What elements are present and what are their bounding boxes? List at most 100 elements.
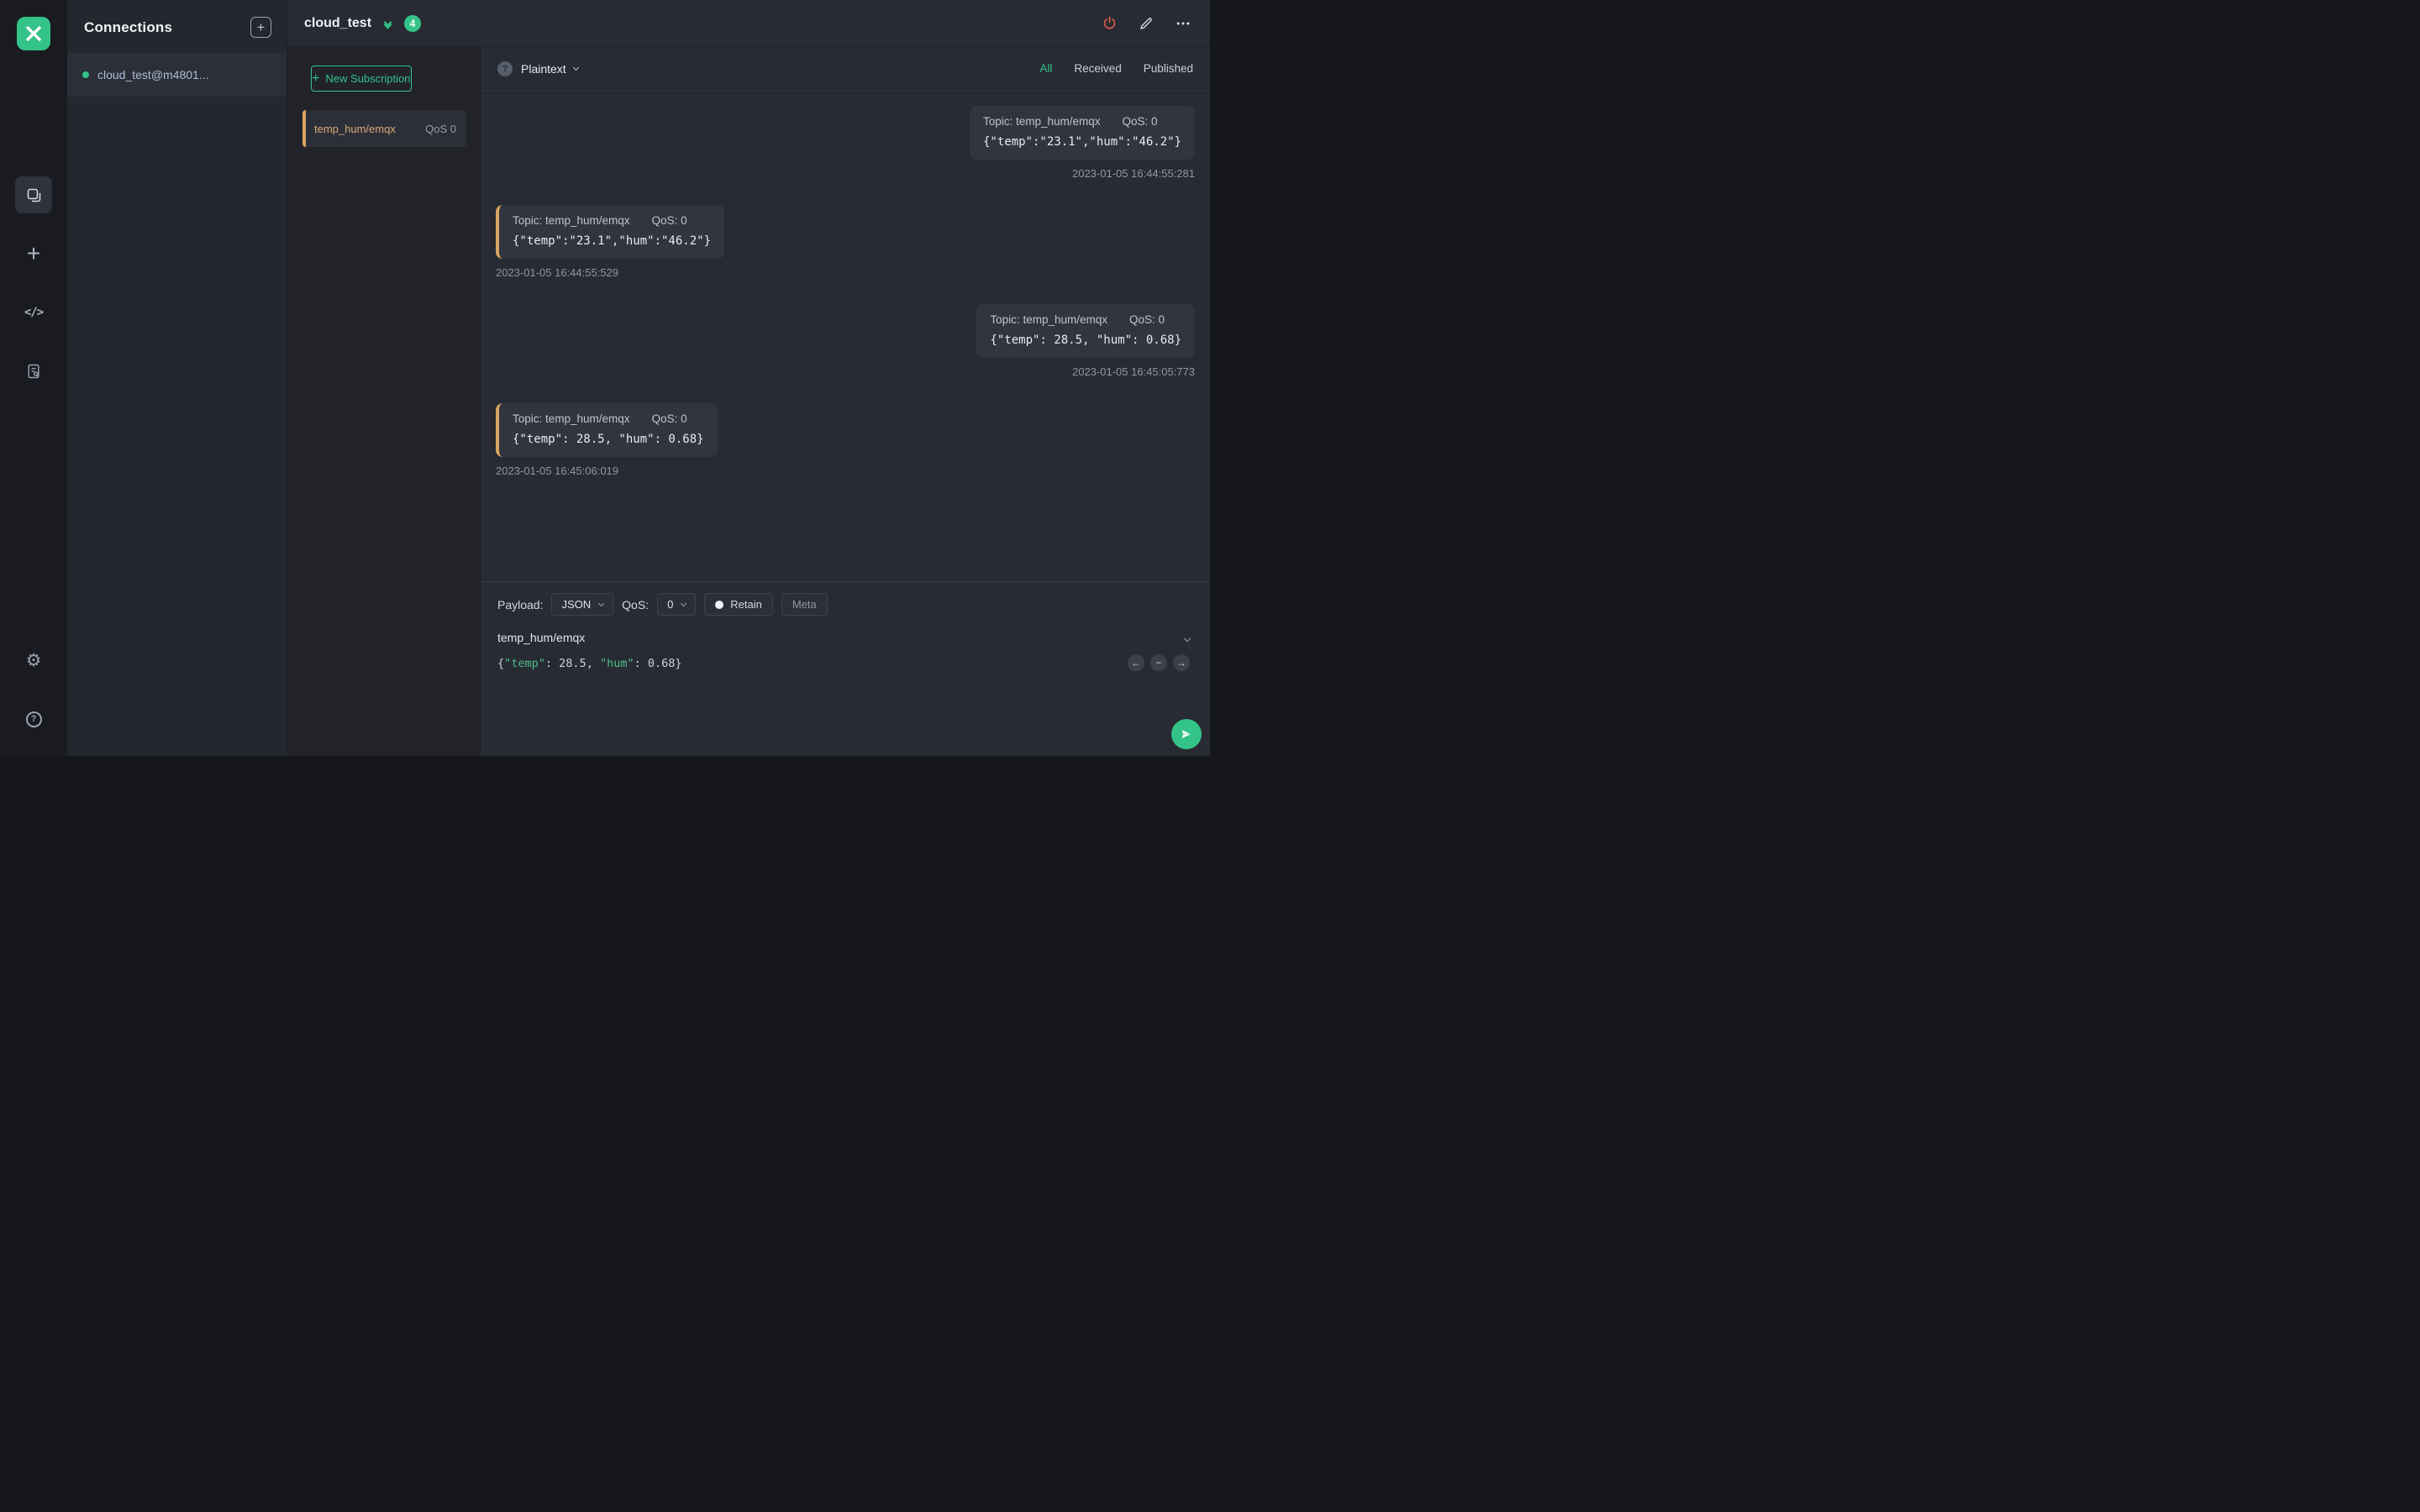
message-topic: Topic: temp_hum/emqx — [513, 412, 630, 425]
format-label: Plaintext — [521, 61, 566, 76]
message-list[interactable]: Topic: temp_hum/emqx QoS: 0 {"temp":"23.… — [481, 91, 1210, 581]
disconnect-button[interactable] — [1099, 13, 1119, 34]
left-icon-rail: + </> ⚙ ? — [0, 0, 67, 756]
payload-format-dropdown[interactable]: JSON — [551, 593, 614, 616]
publish-toolbar: Payload: JSON QoS: 0 Retain Meta — [497, 593, 1193, 616]
remove-payload-button[interactable]: − — [1150, 654, 1167, 671]
message-topic: Topic: temp_hum/emqx — [990, 313, 1107, 326]
tab-all[interactable]: All — [1039, 62, 1052, 75]
retain-toggle[interactable]: Retain — [704, 593, 773, 616]
edit-connection-button[interactable] — [1136, 13, 1156, 34]
connection-name: cloud_test@m4801... — [97, 68, 209, 81]
json-key-token: "temp" — [504, 657, 545, 670]
plus-icon: + — [26, 240, 41, 266]
payload-format-value: JSON — [561, 598, 592, 611]
message-bubble[interactable]: Topic: temp_hum/emqx QoS: 0 {"temp":"23.… — [496, 205, 725, 259]
next-payload-button[interactable]: → — [1173, 654, 1190, 671]
topic-input[interactable]: temp_hum/emqx — [497, 631, 585, 644]
mqttx-logo — [17, 17, 50, 50]
message-meta: Topic: temp_hum/emqx QoS: 0 — [990, 313, 1181, 326]
subscription-topic: temp_hum/emqx — [314, 122, 396, 135]
message-bubble[interactable]: Topic: temp_hum/emqx QoS: 0 {"temp": 28.… — [976, 304, 1195, 358]
tab-received[interactable]: Received — [1074, 62, 1121, 75]
connection-title: cloud_test — [304, 15, 372, 30]
mqttx-logo-icon — [26, 26, 41, 41]
messages-panel: ? Plaintext All Received Published Topic… — [481, 47, 1210, 756]
rail-bottom: ⚙ ? — [15, 642, 52, 738]
new-subscription-button[interactable]: + New Subscription — [311, 66, 412, 92]
payload-format-select[interactable]: Plaintext — [521, 61, 579, 76]
pencil-icon — [1140, 17, 1152, 29]
message-payload: {"temp":"23.1","hum":"46.2"} — [982, 135, 1181, 149]
messages-toolbar: ? Plaintext All Received Published — [481, 47, 1210, 91]
subscription-item[interactable]: temp_hum/emqx QoS 0 — [302, 110, 466, 147]
qos-dropdown[interactable]: 0 — [657, 593, 697, 616]
retain-label: Retain — [730, 598, 762, 611]
mqttx-app-window: + </> ⚙ ? Connections + cloud_test@m4801… — [0, 0, 1210, 756]
workspace-body: + New Subscription temp_hum/emqx QoS 0 ?… — [287, 47, 1210, 756]
payload-editor[interactable]: {"temp": 28.5, "hum": 0.68} — [497, 657, 1193, 670]
connections-panel: Connections + cloud_test@m4801... — [67, 0, 287, 756]
connections-icon — [27, 188, 40, 202]
message-payload: {"temp": 28.5, "hum": 0.68} — [513, 433, 704, 446]
new-connection-button[interactable]: + — [250, 17, 271, 38]
more-options-button[interactable] — [1173, 13, 1193, 34]
message-qos: QoS: 0 — [1128, 313, 1165, 326]
meta-button[interactable]: Meta — [781, 593, 828, 616]
qos-label: QoS: — [622, 597, 650, 612]
nav-connections-button[interactable] — [15, 176, 52, 213]
new-subscription-label: New Subscription — [325, 72, 411, 85]
connected-status-dot — [82, 71, 89, 78]
help-icon: ? — [25, 711, 42, 727]
nav-log-button[interactable] — [15, 353, 52, 390]
topic-row: temp_hum/emqx — [497, 628, 1193, 647]
message-received: Topic: temp_hum/emqx QoS: 0 {"temp": 28.… — [496, 403, 718, 477]
paper-plane-icon — [1181, 729, 1192, 739]
message-timestamp: 2023-01-05 16:44:55:529 — [496, 266, 619, 279]
message-published: Topic: temp_hum/emqx QoS: 0 {"temp":"23.… — [969, 106, 1195, 180]
collapse-editor-button[interactable] — [1181, 628, 1193, 647]
chevron-down-icon — [681, 600, 687, 606]
plus-icon: + — [312, 71, 320, 86]
message-topic: Topic: temp_hum/emqx — [982, 115, 1101, 128]
payload-history-nav: ← − → — [1128, 654, 1190, 671]
power-icon — [1103, 16, 1115, 29]
nav-script-button[interactable]: </> — [15, 294, 52, 331]
json-token: : 0.68} — [634, 657, 682, 670]
prev-payload-button[interactable]: ← — [1128, 654, 1144, 671]
message-count-badge: 4 — [404, 14, 422, 32]
nav-new-connection-button[interactable]: + — [15, 235, 52, 272]
send-message-button[interactable] — [1171, 719, 1202, 749]
log-icon — [28, 364, 39, 379]
retain-radio-icon — [715, 600, 724, 609]
message-meta: Topic: temp_hum/emqx QoS: 0 — [513, 214, 711, 227]
json-token: { — [497, 657, 505, 670]
message-topic: Topic: temp_hum/emqx — [513, 214, 630, 227]
collapse-panel-button[interactable] — [383, 18, 392, 29]
message-published: Topic: temp_hum/emqx QoS: 0 {"temp": 28.… — [976, 304, 1195, 378]
message-bubble[interactable]: Topic: temp_hum/emqx QoS: 0 {"temp": 28.… — [496, 403, 718, 457]
message-meta: Topic: temp_hum/emqx QoS: 0 — [513, 412, 704, 425]
chevron-down-icon — [572, 64, 579, 71]
format-help-icon[interactable]: ? — [497, 60, 513, 76]
message-timestamp: 2023-01-05 16:44:55:281 — [1071, 167, 1195, 180]
publish-panel: Payload: JSON QoS: 0 Retain Meta temp_hu… — [481, 581, 1210, 756]
settings-button[interactable]: ⚙ — [15, 642, 52, 679]
message-qos: QoS: 0 — [651, 214, 687, 227]
connection-list-item[interactable]: cloud_test@m4801... — [67, 53, 287, 97]
message-received: Topic: temp_hum/emqx QoS: 0 {"temp":"23.… — [496, 205, 725, 279]
help-button[interactable]: ? — [15, 701, 52, 738]
header-actions — [1099, 13, 1193, 34]
message-bubble[interactable]: Topic: temp_hum/emqx QoS: 0 {"temp":"23.… — [969, 106, 1195, 160]
ellipsis-icon — [1176, 22, 1190, 24]
payload-label: Payload: — [497, 597, 544, 612]
workspace: cloud_test 4 + New Subscription temp_hum… — [287, 0, 1210, 756]
tab-published[interactable]: Published — [1144, 62, 1193, 75]
message-payload: {"temp":"23.1","hum":"46.2"} — [513, 234, 712, 248]
connection-header: cloud_test 4 — [287, 0, 1210, 47]
json-key-token: "hum" — [599, 657, 634, 670]
chevron-down-icon — [598, 600, 605, 606]
rail-nav: + </> — [15, 176, 52, 390]
meta-label: Meta — [792, 598, 817, 611]
message-qos: QoS: 0 — [651, 412, 687, 425]
